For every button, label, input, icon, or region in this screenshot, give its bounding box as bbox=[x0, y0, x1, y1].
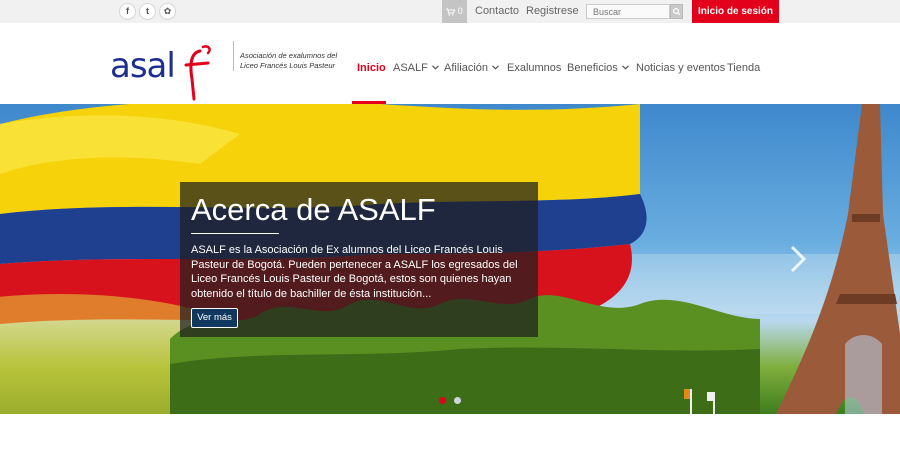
read-more-button[interactable]: Ver más bbox=[191, 308, 238, 328]
nav-item-noticias[interactable]: Noticias y eventos bbox=[636, 62, 725, 74]
search-button[interactable] bbox=[670, 4, 683, 19]
chevron-down-icon bbox=[492, 65, 499, 70]
svg-text:asal: asal bbox=[110, 46, 175, 86]
cart-icon bbox=[446, 8, 456, 16]
search-icon bbox=[672, 7, 681, 16]
next-slide-arrow-icon[interactable] bbox=[788, 244, 808, 274]
search-input[interactable] bbox=[586, 4, 670, 19]
nav-item-beneficios[interactable]: Beneficios bbox=[567, 62, 629, 74]
slide-title: Acerca de ASALF bbox=[191, 192, 436, 227]
top-bar: f t ✿ 0 Contacto Registrese Inicio de se… bbox=[0, 0, 900, 23]
slide-caption: Acerca de ASALF ASALF es la Asociación d… bbox=[180, 182, 538, 337]
logo-divider bbox=[233, 41, 234, 71]
flickr-icon[interactable]: ✿ bbox=[159, 3, 176, 20]
nav-item-afiliacion[interactable]: Afiliación bbox=[444, 62, 499, 74]
nav-item-asalf[interactable]: ASALF bbox=[393, 62, 439, 74]
slide-dot-1[interactable] bbox=[439, 397, 446, 404]
hero-slider: Acerca de ASALF ASALF es la Asociación d… bbox=[0, 104, 900, 414]
nav-item-inicio[interactable]: Inicio bbox=[357, 62, 386, 74]
slide-dot-2[interactable] bbox=[454, 397, 461, 404]
nav-item-label: Afiliación bbox=[444, 62, 489, 74]
nav-item-tienda[interactable]: Tienda bbox=[727, 62, 760, 74]
tagline-line-2: Liceo Francés Louis Pasteur bbox=[240, 61, 336, 70]
chevron-down-icon bbox=[431, 65, 439, 70]
cart-count: 0 bbox=[457, 6, 463, 16]
nav-item-label: Beneficios bbox=[567, 62, 618, 74]
facebook-icon[interactable]: f bbox=[119, 3, 136, 20]
contact-link[interactable]: Contacto bbox=[475, 5, 519, 17]
twitter-icon[interactable]: t bbox=[139, 3, 156, 20]
asalf-logo[interactable]: asal bbox=[108, 39, 238, 105]
site-header: asal Asociación de exalumnos del Liceo F… bbox=[0, 23, 900, 104]
logo-tagline: Asociación de exalumnos del Liceo Francé… bbox=[240, 51, 350, 71]
login-button[interactable]: Inicio de sesión bbox=[692, 0, 779, 23]
register-link[interactable]: Registrese bbox=[526, 5, 579, 17]
chevron-down-icon bbox=[621, 65, 629, 70]
tagline-line-1: Asociación de exalumnos del bbox=[240, 51, 338, 60]
cart-button[interactable]: 0 bbox=[442, 0, 467, 23]
nav-item-exalumnos[interactable]: Exalumnos bbox=[507, 62, 561, 74]
title-underline bbox=[191, 233, 279, 234]
slide-description: ASALF es la Asociación de Ex alumnos del… bbox=[191, 244, 518, 300]
nav-item-label: ASALF bbox=[393, 62, 428, 74]
